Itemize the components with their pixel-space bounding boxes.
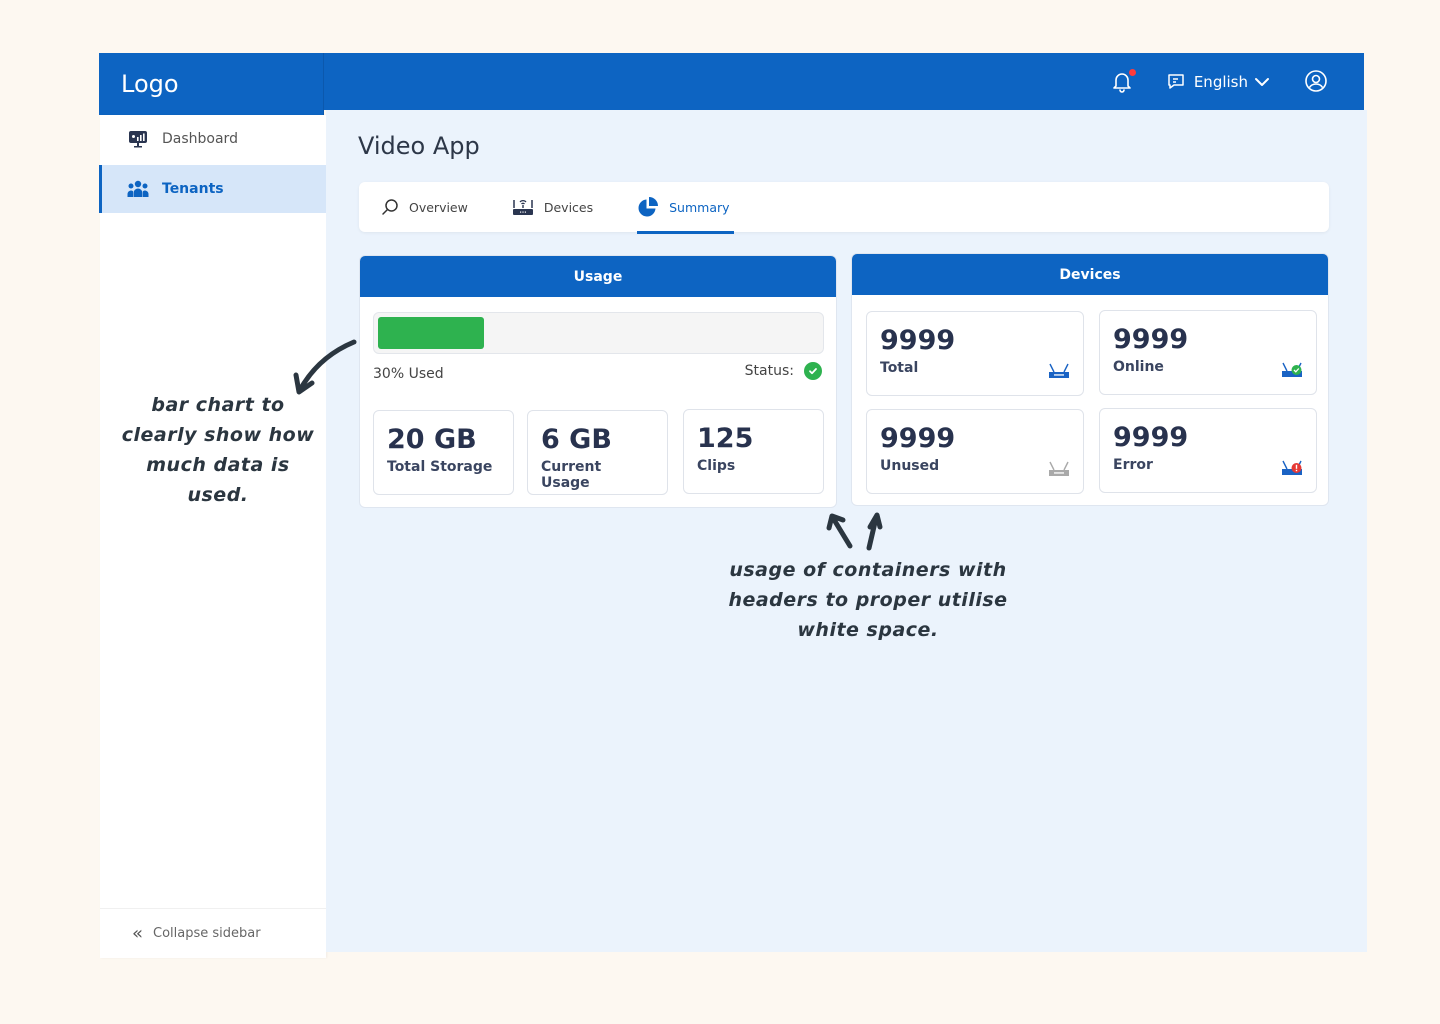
- router-unused-icon: [1049, 461, 1069, 476]
- collapse-sidebar-button[interactable]: « Collapse sidebar: [100, 908, 326, 958]
- top-header: Logo English: [99, 53, 1364, 115]
- dashboard-monitor-icon: [126, 129, 150, 149]
- device-stat-unused: 9999 Unused: [866, 409, 1084, 494]
- logo-text: Logo: [121, 70, 179, 98]
- usage-card: Usage 30% Used Status: 20 GB Total Stora…: [359, 255, 837, 508]
- stat-label: Total Storage: [387, 459, 493, 475]
- tab-bar: Overview Devices Summary: [359, 182, 1329, 234]
- usage-progress-fill: [378, 317, 484, 349]
- stat-value: 9999: [880, 423, 956, 454]
- collapse-sidebar-label: Collapse sidebar: [153, 926, 261, 941]
- search-icon: [381, 198, 399, 216]
- sidebar-item-label: Dashboard: [162, 131, 238, 147]
- router-online-icon: [1282, 362, 1302, 377]
- language-select[interactable]: English: [1166, 72, 1270, 92]
- device-stat-error: 9999 Error: [1099, 408, 1317, 493]
- stat-label: Error: [1113, 457, 1153, 473]
- tab-summary[interactable]: Summary: [637, 182, 734, 234]
- tab-label: Devices: [543, 199, 594, 215]
- users-group-icon: [126, 179, 150, 199]
- usage-status: Status:: [745, 362, 822, 380]
- devices-card-header: Devices: [852, 254, 1328, 295]
- tab-overview[interactable]: Overview: [381, 182, 472, 232]
- sidebar-item-label: Tenants: [162, 181, 224, 197]
- header-actions: English: [1110, 53, 1330, 110]
- pie-chart-icon: [637, 196, 659, 218]
- page-title: Video App: [358, 132, 480, 160]
- stat-value: 9999: [880, 325, 956, 356]
- double-chevron-left-icon: «: [132, 923, 144, 944]
- tab-label: Overview: [409, 199, 468, 215]
- stat-value: 9999: [1113, 324, 1189, 355]
- user-menu-button[interactable]: [1304, 69, 1330, 95]
- stat-label: Total: [880, 360, 919, 376]
- logo[interactable]: Logo: [99, 53, 324, 115]
- notifications-button[interactable]: [1110, 68, 1136, 95]
- stat-value: 9999: [1113, 422, 1189, 453]
- usage-card-header: Usage: [360, 256, 836, 297]
- annotation-containers: usage of containers with headers to prop…: [728, 559, 1008, 641]
- stat-current-usage: 6 GB Current Usage: [527, 410, 668, 495]
- router-error-icon: [1282, 460, 1302, 475]
- sidebar-item-dashboard[interactable]: Dashboard: [100, 115, 326, 163]
- stat-total-storage: 20 GB Total Storage: [373, 410, 514, 495]
- main-content: Video App Overview Devices Summary Usage…: [326, 110, 1367, 952]
- stat-label: Online: [1113, 359, 1164, 375]
- status-label: Status:: [744, 363, 794, 379]
- tab-label: Summary: [669, 199, 730, 215]
- stat-value: 125: [697, 423, 754, 454]
- notification-dot: [1128, 68, 1136, 76]
- device-stat-online: 9999 Online: [1099, 310, 1317, 395]
- router-icon: [512, 198, 534, 216]
- usage-progress-bar: [373, 312, 824, 354]
- used-percent-label: 30% Used: [373, 366, 444, 382]
- stat-value: 20 GB: [387, 424, 477, 455]
- stat-value: 6 GB: [541, 424, 612, 455]
- status-ok-icon: [804, 362, 822, 380]
- tab-devices[interactable]: Devices: [512, 182, 597, 232]
- devices-card: Devices 9999 Total 9999 Online 9999 Unus…: [851, 253, 1329, 506]
- stat-label: Current Usage: [541, 459, 602, 491]
- sidebar: Dashboard Tenants « Collapse sidebar: [99, 115, 326, 958]
- router-icon: [1049, 363, 1069, 378]
- user-icon: [1305, 69, 1327, 92]
- annotation-bar-chart: bar chart to clearly show how much data …: [121, 394, 315, 506]
- chevron-down-icon: [1255, 77, 1269, 86]
- stat-clips: 125 Clips: [683, 409, 824, 494]
- sidebar-item-tenants[interactable]: Tenants: [99, 165, 326, 213]
- stat-label: Unused: [880, 458, 940, 474]
- chat-icon: [1168, 73, 1184, 89]
- stat-label: Clips: [697, 458, 736, 474]
- device-stat-total: 9999 Total: [866, 311, 1084, 396]
- language-label: English: [1193, 72, 1248, 91]
